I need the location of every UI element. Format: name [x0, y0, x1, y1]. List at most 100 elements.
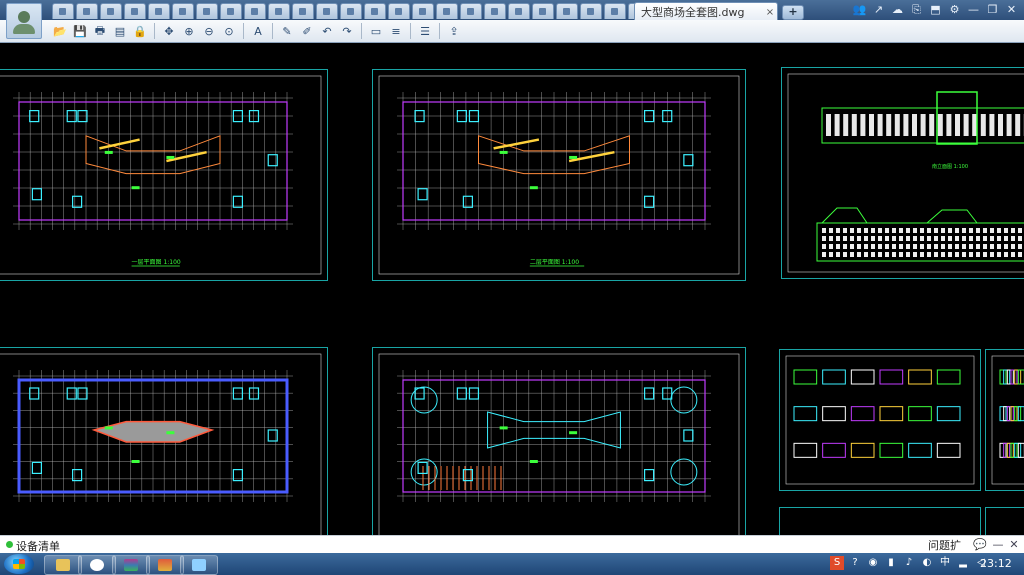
input-method-icon[interactable]: ◐ — [920, 556, 934, 570]
tab-drawing[interactable] — [412, 3, 434, 19]
tab-drawing[interactable] — [196, 3, 218, 19]
sheet-details-1[interactable] — [779, 349, 981, 491]
tab-drawing[interactable] — [580, 3, 602, 19]
stair-core — [417, 188, 428, 201]
tab-drawing[interactable] — [436, 3, 458, 19]
stair-core — [683, 429, 694, 442]
tab-drawing[interactable] — [484, 3, 506, 19]
taskbar-window-button[interactable] — [180, 555, 218, 575]
tab-drawing[interactable] — [556, 3, 578, 19]
tab-drawing[interactable] — [244, 3, 266, 19]
window — [829, 244, 833, 249]
volume-icon[interactable]: ♪ — [902, 556, 916, 570]
start-button[interactable] — [4, 554, 34, 574]
pen-icon[interactable]: ✎ — [279, 23, 295, 39]
zoom-out-icon[interactable]: ⊖ — [201, 23, 217, 39]
close-button[interactable]: ✕ — [1003, 2, 1020, 18]
window-column — [912, 114, 917, 136]
tab-drawing[interactable] — [364, 3, 386, 19]
tab-drawing[interactable] — [220, 3, 242, 19]
minimize-button[interactable]: — — [965, 2, 982, 18]
detail-block — [999, 442, 1007, 458]
tab-drawing[interactable] — [292, 3, 314, 19]
tab-drawing[interactable] — [148, 3, 170, 19]
open-icon[interactable]: 📂 — [52, 23, 68, 39]
antivirus-icon[interactable]: ◉ — [866, 556, 880, 570]
undo-icon[interactable]: ↶ — [319, 23, 335, 39]
network-icon[interactable]: ▮ — [884, 556, 898, 570]
close-panel-icon[interactable]: ✕ — [1006, 538, 1022, 552]
ime-icon[interactable]: 中 — [938, 556, 952, 570]
tab-drawing[interactable] — [604, 3, 626, 19]
tab-drawing[interactable] — [100, 3, 122, 19]
tab-drawing[interactable] — [388, 3, 410, 19]
window-column — [989, 114, 995, 136]
tab-drawing[interactable] — [172, 3, 194, 19]
pdf-icon[interactable]: ▤ — [112, 23, 128, 39]
tab-drawing[interactable] — [340, 3, 362, 19]
status-bar: 设备清单 问题扩 💬 — ✕ — [0, 535, 1024, 554]
sheet-plan-4[interactable] — [372, 347, 746, 535]
taskbar-app-button[interactable] — [78, 555, 116, 575]
measure-icon[interactable]: ▭ — [368, 23, 384, 39]
print-icon[interactable]: 🖶 — [92, 23, 108, 39]
panel-icon[interactable]: ⬒ — [927, 2, 944, 18]
window — [1011, 228, 1015, 233]
stair-core — [31, 461, 43, 475]
cloud-icon[interactable]: ☁ — [889, 2, 906, 18]
dimension-icon[interactable]: ≡ — [388, 23, 404, 39]
tab-drawing[interactable] — [460, 3, 482, 19]
sheet-details-4[interactable] — [985, 507, 1024, 535]
zoom-extents-icon[interactable]: ⊙ — [221, 23, 237, 39]
sheet-plan-2[interactable]: 二层平面图 1:100 — [372, 69, 746, 281]
help-icon[interactable]: ? — [848, 556, 862, 570]
avatar-head — [18, 11, 30, 23]
status-left-text[interactable]: 设备清单 — [16, 538, 60, 554]
tab-drawing[interactable] — [76, 3, 98, 19]
taskbar-winrar-button[interactable] — [112, 555, 150, 575]
sheet-elevation[interactable]: 南立面图 1:100 — [781, 67, 1024, 279]
close-icon[interactable]: × — [763, 7, 777, 18]
sheet-details-2[interactable] — [985, 349, 1024, 491]
markup-icon[interactable]: ✐ — [299, 23, 315, 39]
zoom-in-icon[interactable]: ⊕ — [181, 23, 197, 39]
taskbar-cad-button[interactable] — [146, 555, 184, 575]
layers-icon[interactable]: ☰ — [417, 23, 433, 39]
tab-drawing[interactable] — [532, 3, 554, 19]
sheet-title: 南立面图 1:100 — [932, 163, 968, 170]
tab-drawing[interactable] — [316, 3, 338, 19]
share-icon[interactable]: ↗ — [870, 2, 887, 18]
status-right-text[interactable]: 问题扩 — [928, 537, 961, 553]
drawing-canvas[interactable]: 一层平面图 1:100 二层平面图 1:100 南立面图 1:100 — [0, 43, 1024, 535]
stair-core — [71, 195, 83, 208]
avatar[interactable] — [6, 3, 42, 39]
signal-icon[interactable]: ▂ — [956, 556, 970, 570]
lock-icon[interactable]: 🔒 — [132, 23, 148, 39]
pan-icon[interactable]: ✥ — [161, 23, 177, 39]
restore-button[interactable]: ❐ — [984, 2, 1001, 18]
tab-active-drawing[interactable]: 大型商场全套图.dwg × — [634, 2, 778, 21]
sheet-plan-1[interactable]: 一层平面图 1:100 — [0, 69, 328, 281]
text-icon[interactable]: A — [250, 23, 266, 39]
gear-icon[interactable]: ⚙ — [946, 2, 963, 18]
detail-block — [1014, 406, 1022, 422]
minimize-panel-icon[interactable]: — — [990, 538, 1006, 552]
sheet-plan-3[interactable] — [0, 347, 328, 535]
app-tray-icon[interactable]: S — [830, 556, 844, 570]
sheet-details-3[interactable] — [779, 507, 981, 535]
clock[interactable]: 23:12 — [980, 557, 1012, 570]
copy-icon[interactable]: ⎘ — [908, 2, 925, 18]
users-icon[interactable]: 👥 — [851, 2, 868, 18]
redo-icon[interactable]: ↷ — [339, 23, 355, 39]
taskbar-explorer-button[interactable] — [44, 555, 82, 575]
chat-icon[interactable]: 💬 — [972, 538, 988, 552]
tab-drawing[interactable] — [124, 3, 146, 19]
save-icon[interactable]: 💾 — [72, 23, 88, 39]
detail-block — [908, 369, 932, 385]
tab-drawing[interactable] — [52, 3, 74, 19]
detail-block — [908, 442, 932, 458]
export-icon[interactable]: ⇪ — [446, 23, 462, 39]
tab-drawing[interactable] — [268, 3, 290, 19]
new-tab-button[interactable]: + — [782, 5, 804, 20]
tab-drawing[interactable] — [508, 3, 530, 19]
